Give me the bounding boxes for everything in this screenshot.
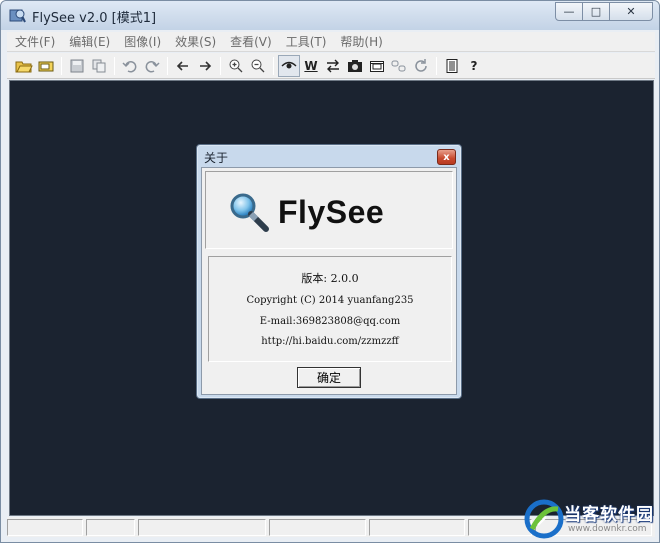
toolbar-separator [167, 56, 168, 75]
version-text: 版本: 2.0.0 [301, 272, 359, 285]
logo-panel: FlySee [205, 171, 453, 249]
magnifier-logo-icon [230, 193, 269, 232]
save-icon[interactable] [66, 55, 88, 77]
title-bar[interactable]: FlySee v2.0 [模式1] — □ ✕ [1, 1, 659, 30]
refresh-icon[interactable] [410, 55, 432, 77]
open-folder-icon[interactable] [13, 55, 35, 77]
watermark-logo-icon [524, 499, 564, 539]
minimize-button[interactable]: — [555, 2, 583, 21]
about-dialog: 关于 x FlySee 版本: 2.0.0 Copyright (C) 2014… [196, 144, 462, 399]
menu-bar: 文件(F) 编辑(E) 图像(I) 效果(S) 查看(V) 工具(T) 帮助(H… [7, 32, 655, 52]
status-cell [85, 518, 136, 536]
dialog-title: 关于 [204, 151, 229, 165]
status-cell [7, 518, 83, 536]
maximize-icon: □ [590, 5, 602, 18]
toolbar-separator [61, 56, 62, 75]
toolbar-separator [220, 56, 221, 75]
menu-image[interactable]: 图像(I) [116, 33, 167, 50]
camera-icon[interactable] [344, 55, 366, 77]
minimize-icon: — [563, 5, 575, 18]
close-button[interactable]: ✕ [609, 2, 653, 21]
w-icon[interactable]: W [300, 55, 322, 77]
status-cell [369, 518, 465, 536]
dialog-body: FlySee 版本: 2.0.0 Copyright (C) 2014 yuan… [201, 167, 457, 395]
url-text: http://hi.baidu.com/zzmzzff [261, 336, 399, 347]
redo-icon[interactable] [141, 55, 163, 77]
document-icon[interactable] [441, 55, 463, 77]
info-panel: 版本: 2.0.0 Copyright (C) 2014 yuanfang235… [208, 256, 452, 362]
close-icon: x [443, 151, 450, 163]
toolbar-separator [273, 56, 274, 75]
window-title: FlySee v2.0 [模式1] [32, 11, 157, 26]
chain-icon[interactable] [388, 55, 410, 77]
watermark: 当客软件园 www.downkr.com [524, 496, 660, 543]
arrow-right-icon[interactable] [194, 55, 216, 77]
status-cell [138, 518, 266, 536]
arrows-icon[interactable] [322, 55, 344, 77]
toolbar-separator [436, 56, 437, 75]
watermark-brand: 当客软件园 [564, 505, 654, 525]
email-text: E-mail:369823808@qq.com [259, 316, 401, 327]
menu-edit[interactable]: 编辑(E) [61, 33, 116, 50]
status-cell [268, 518, 367, 536]
ok-button[interactable]: 确定 [297, 367, 361, 388]
menu-effects[interactable]: 效果(S) [167, 33, 222, 50]
undo-icon[interactable] [119, 55, 141, 77]
watermark-url: www.downkr.com [568, 524, 647, 534]
copy-icon[interactable] [88, 55, 110, 77]
maximize-button[interactable]: □ [582, 2, 610, 21]
arrow-left-icon[interactable] [172, 55, 194, 77]
status-cell [467, 518, 532, 536]
menu-view[interactable]: 查看(V) [222, 33, 278, 50]
frame-icon[interactable] [366, 55, 388, 77]
toolbar: W ? [7, 53, 655, 79]
help-icon[interactable]: ? [463, 55, 485, 77]
zoom-in-icon[interactable] [225, 55, 247, 77]
close-icon: ✕ [626, 5, 636, 18]
zoom-out-icon[interactable] [247, 55, 269, 77]
menu-file[interactable]: 文件(F) [7, 33, 61, 50]
copyright-text: Copyright (C) 2014 yuanfang235 [246, 295, 414, 306]
app-logo-icon [9, 9, 26, 23]
open-file-icon[interactable] [35, 55, 57, 77]
toolbar-separator [114, 56, 115, 75]
app-name-logo: FlySee [278, 194, 385, 230]
dialog-close-button[interactable]: x [437, 149, 456, 165]
menu-help[interactable]: 帮助(H) [332, 33, 388, 50]
eye-icon[interactable] [278, 54, 300, 77]
menu-tools[interactable]: 工具(T) [278, 33, 333, 50]
